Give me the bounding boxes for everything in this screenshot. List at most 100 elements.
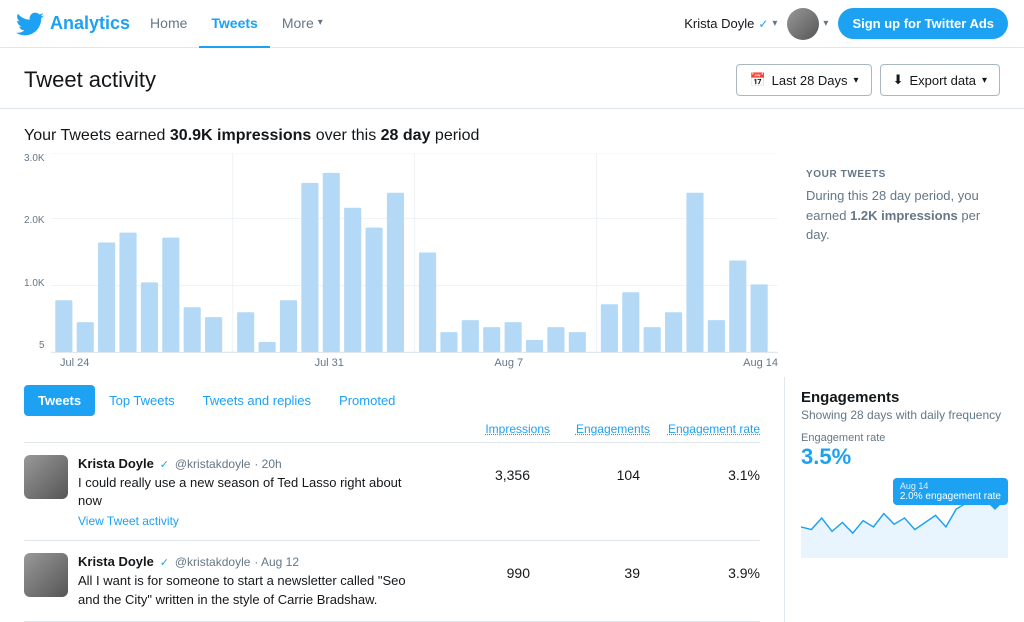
date-filter-label: Last 28 Days (772, 73, 848, 88)
y-label-3: 1.0K (24, 278, 45, 289)
impressions-summary: Your Tweets earned 30.9K impressions ove… (0, 109, 1024, 153)
tab-promoted[interactable]: Promoted (325, 385, 409, 416)
tweet-body: Krista Doyle ✓ @kristakdoyle · Aug 12 Al… (78, 553, 420, 608)
y-label-1: 3.0K (24, 153, 45, 164)
tweet-engagement-rate: 3.1% (650, 455, 760, 483)
navbar: Analytics Home Tweets More ▾ Krista Doyl… (0, 0, 1024, 48)
date-label-2: Jul 31 (240, 357, 420, 369)
page-header: Tweet activity 📅 Last 28 Days ▾ ⬇ Export… (0, 48, 1024, 109)
chevron-down-icon: ▾ (318, 17, 323, 28)
tab-top-tweets[interactable]: Top Tweets (95, 385, 189, 416)
tweet-time: Aug 12 (261, 555, 299, 569)
tweet-dot: · (254, 457, 261, 471)
date-chevron-icon: ▾ (854, 75, 859, 86)
chart-tooltip: Aug 14 2.0% engagement rate (893, 478, 1008, 505)
tweet-body: Krista Doyle ✓ @kristakdoyle · 20h I cou… (78, 455, 420, 528)
nav-links: Home Tweets More ▾ (138, 0, 335, 48)
tab-tweets-replies[interactable]: Tweets and replies (189, 385, 325, 416)
nav-right: Krista Doyle ✓ ▾ ▾ Sign up for Twitter A… (684, 8, 1008, 40)
summary-period: 28 day (381, 127, 431, 144)
tweet-impressions: 990 (430, 553, 530, 581)
col-impressions: Impressions (450, 422, 550, 436)
user-info[interactable]: Krista Doyle ✓ ▾ (684, 16, 777, 31)
bar-chart-svg (51, 153, 778, 352)
tweet-time: 20h (262, 457, 282, 471)
date-label-1: Jul 24 (60, 357, 240, 369)
tooltip-text: 2.0% engagement rate (900, 491, 1001, 502)
main-content: Tweets Top Tweets Tweets and replies Pro… (0, 377, 1024, 622)
engagement-rate-value: 3.5% (801, 444, 1008, 470)
author-verified-icon: ✓ (160, 459, 169, 471)
tweet-author-line: Krista Doyle ✓ @kristakdoyle · 20h (78, 455, 420, 471)
chart-bars (51, 153, 778, 353)
nav-more-label: More (282, 15, 314, 31)
y-label-2: 2.0K (24, 215, 45, 226)
chart-area: 3.0K 2.0K 1.0K 5 (24, 153, 778, 369)
summary-impressions: 30.9K impressions (170, 127, 311, 144)
tweet-handle: @kristakdoyle (175, 555, 251, 569)
tweet-text: All I want is for someone to start a new… (78, 572, 420, 608)
tooltip-date: Aug 14 (900, 481, 1001, 491)
engagements-subtitle: Showing 28 days with daily frequency (801, 408, 1008, 422)
tweet-dot: · (254, 555, 261, 569)
page-title: Tweet activity (24, 67, 156, 93)
tweet-author-name: Krista Doyle (78, 456, 154, 471)
col-engagement-rate: Engagement rate (650, 422, 760, 436)
your-tweets-label: YOUR TWEETS (806, 169, 1000, 180)
user-name: Krista Doyle (684, 16, 754, 31)
twitter-bird-icon (16, 10, 44, 38)
right-panel: Engagements Showing 28 days with daily f… (784, 377, 1024, 622)
export-chevron-icon: ▾ (982, 75, 987, 86)
summary-suffix: over this (311, 127, 380, 144)
tabs-row: Tweets Top Tweets Tweets and replies Pro… (24, 377, 760, 416)
tweets-column: Tweets Top Tweets Tweets and replies Pro… (0, 377, 784, 622)
nav-more[interactable]: More ▾ (270, 0, 335, 48)
chart-dates: Jul 24 Jul 31 Aug 7 Aug 14 (24, 353, 778, 369)
col-engagements: Engagements (550, 422, 650, 436)
your-tweets-bold: 1.2K impressions (850, 208, 958, 223)
user-avatar[interactable]: ▾ (787, 8, 828, 40)
tweet-engagements: 104 (540, 455, 640, 483)
summary-prefix: Your Tweets earned (24, 127, 170, 144)
export-label: Export data (909, 73, 976, 88)
tweet-engagement-rate: 3.9% (650, 553, 760, 581)
summary-suffix2: period (430, 127, 479, 144)
your-tweets-panel: YOUR TWEETS During this 28 day period, y… (790, 161, 1000, 369)
tweet-engagements: 39 (540, 553, 640, 581)
engagements-title: Engagements (801, 389, 1008, 406)
calendar-icon: 📅 (749, 72, 765, 88)
date-label-4: Aug 14 (599, 357, 779, 369)
export-button[interactable]: ⬇ Export data ▾ (880, 64, 1000, 96)
tab-tweets[interactable]: Tweets (24, 385, 95, 416)
tweet-handle: @kristakdoyle (175, 457, 251, 471)
tweet-row: Krista Doyle ✓ @kristakdoyle · 20h I cou… (24, 443, 760, 541)
download-icon: ⬇ (893, 72, 904, 88)
tweet-activity-link[interactable]: View Tweet activity (78, 514, 420, 528)
y-label-4: 5 (39, 340, 45, 351)
avatar-chevron-icon: ▾ (823, 18, 828, 29)
nav-brand: Analytics (50, 13, 130, 34)
y-axis: 3.0K 2.0K 1.0K 5 (24, 153, 51, 353)
mini-chart: Aug 14 2.0% engagement rate (801, 478, 1008, 568)
nav-home[interactable]: Home (138, 0, 199, 48)
engagement-rate-label: Engagement rate (801, 432, 1008, 444)
column-headers: Impressions Engagements Engagement rate (24, 416, 760, 443)
header-actions: 📅 Last 28 Days ▾ ⬇ Export data ▾ (736, 64, 1000, 96)
tweet-author-name: Krista Doyle (78, 554, 154, 569)
date-filter-button[interactable]: 📅 Last 28 Days ▾ (736, 64, 871, 96)
tweet-text: I could really use a new season of Ted L… (78, 474, 420, 510)
chart-section: 3.0K 2.0K 1.0K 5 (0, 153, 1024, 377)
author-verified-icon: ✓ (160, 557, 169, 569)
chevron-down-icon: ▾ (772, 18, 777, 29)
nav-tweets[interactable]: Tweets (199, 0, 269, 48)
signup-button[interactable]: Sign up for Twitter Ads (838, 8, 1008, 39)
tweet-author-line: Krista Doyle ✓ @kristakdoyle · Aug 12 (78, 553, 420, 569)
date-label-3: Aug 7 (419, 357, 599, 369)
your-tweets-description: During this 28 day period, you earned 1.… (806, 186, 1000, 245)
tweet-impressions: 3,356 (430, 455, 530, 483)
tweet-avatar (24, 455, 68, 499)
nav-logo: Analytics (16, 10, 130, 38)
tweet-avatar (24, 553, 68, 597)
chart-wrapper: 3.0K 2.0K 1.0K 5 (24, 153, 778, 353)
user-verified-icon: ✓ (758, 17, 768, 31)
